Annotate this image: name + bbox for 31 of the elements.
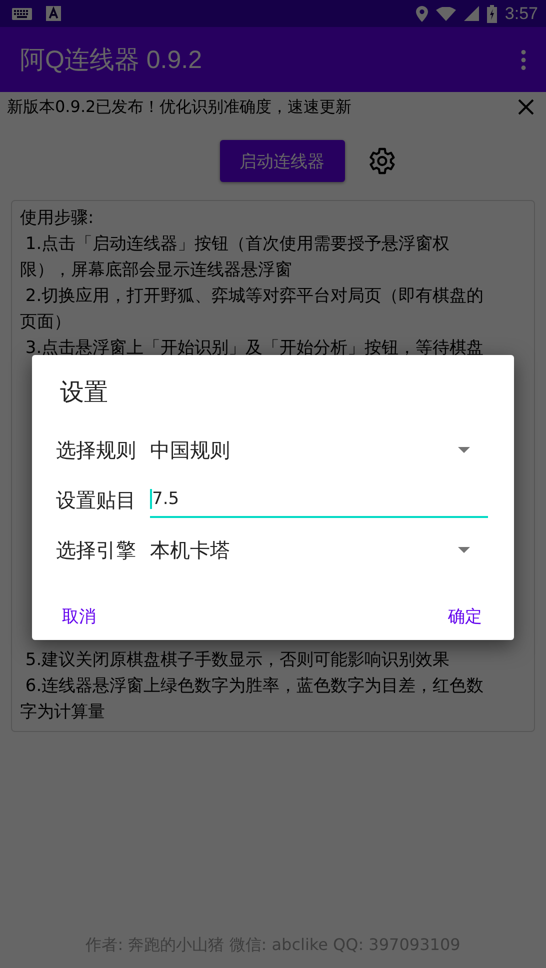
close-icon[interactable] [518, 99, 534, 115]
field-label: 设置贴目 [56, 486, 137, 514]
instruction-line: 2.切换应用，打开野狐、弈城等对弈平台对局页（即有棋盘的 [24, 285, 485, 308]
menu-icon[interactable] [521, 50, 526, 70]
battery-icon [486, 4, 497, 22]
update-notice: 新版本0.9.2已发布！优化识别准确度，速速更新 [7, 96, 352, 118]
font-icon [46, 6, 61, 21]
instruction-line: 1.点击「启动连线器」按钮（首次使用需要授予悬浮窗权 [24, 233, 451, 256]
input-field[interactable]: 7.5 [150, 482, 488, 518]
location-icon [416, 6, 428, 22]
clock-time: 3:57 [504, 4, 538, 24]
dropdown[interactable]: 中国规则 [150, 430, 488, 470]
field-label: 选择引擎 [56, 536, 137, 564]
instruction-line: 限），屏幕底部会显示连线器悬浮窗 [20, 259, 293, 282]
instruction-line: 6.连线器悬浮窗上绿色数字为胜率，蓝色数字为目差，红色数 [24, 675, 485, 698]
keyboard-icon [12, 8, 32, 20]
dialog-button[interactable]: 取消 [56, 599, 102, 634]
signal-icon [464, 6, 479, 21]
instruction-line: 页面） [20, 311, 72, 334]
field-label: 选择规则 [56, 436, 137, 464]
instruction-line: 使用步骤: [20, 207, 95, 230]
wifi-icon [436, 6, 456, 20]
instruction-line: 字为计算量 [20, 701, 106, 724]
caret-icon [458, 447, 470, 453]
dialog-title: 设置 [59, 377, 109, 408]
dialog-button[interactable]: 确定 [442, 599, 488, 634]
instruction-line: 3.点击悬浮窗上「开始识别」及「开始分析」按钮，等待棋盘 [24, 337, 485, 360]
app-title: 阿Q连线器 0.9.2 [20, 45, 202, 76]
caret-icon [458, 547, 470, 553]
dropdown[interactable]: 本机卡塔 [150, 530, 488, 570]
instruction-line: 5.建议关闭原棋盘棋子手数显示，否则可能影响识别效果 [24, 649, 451, 672]
